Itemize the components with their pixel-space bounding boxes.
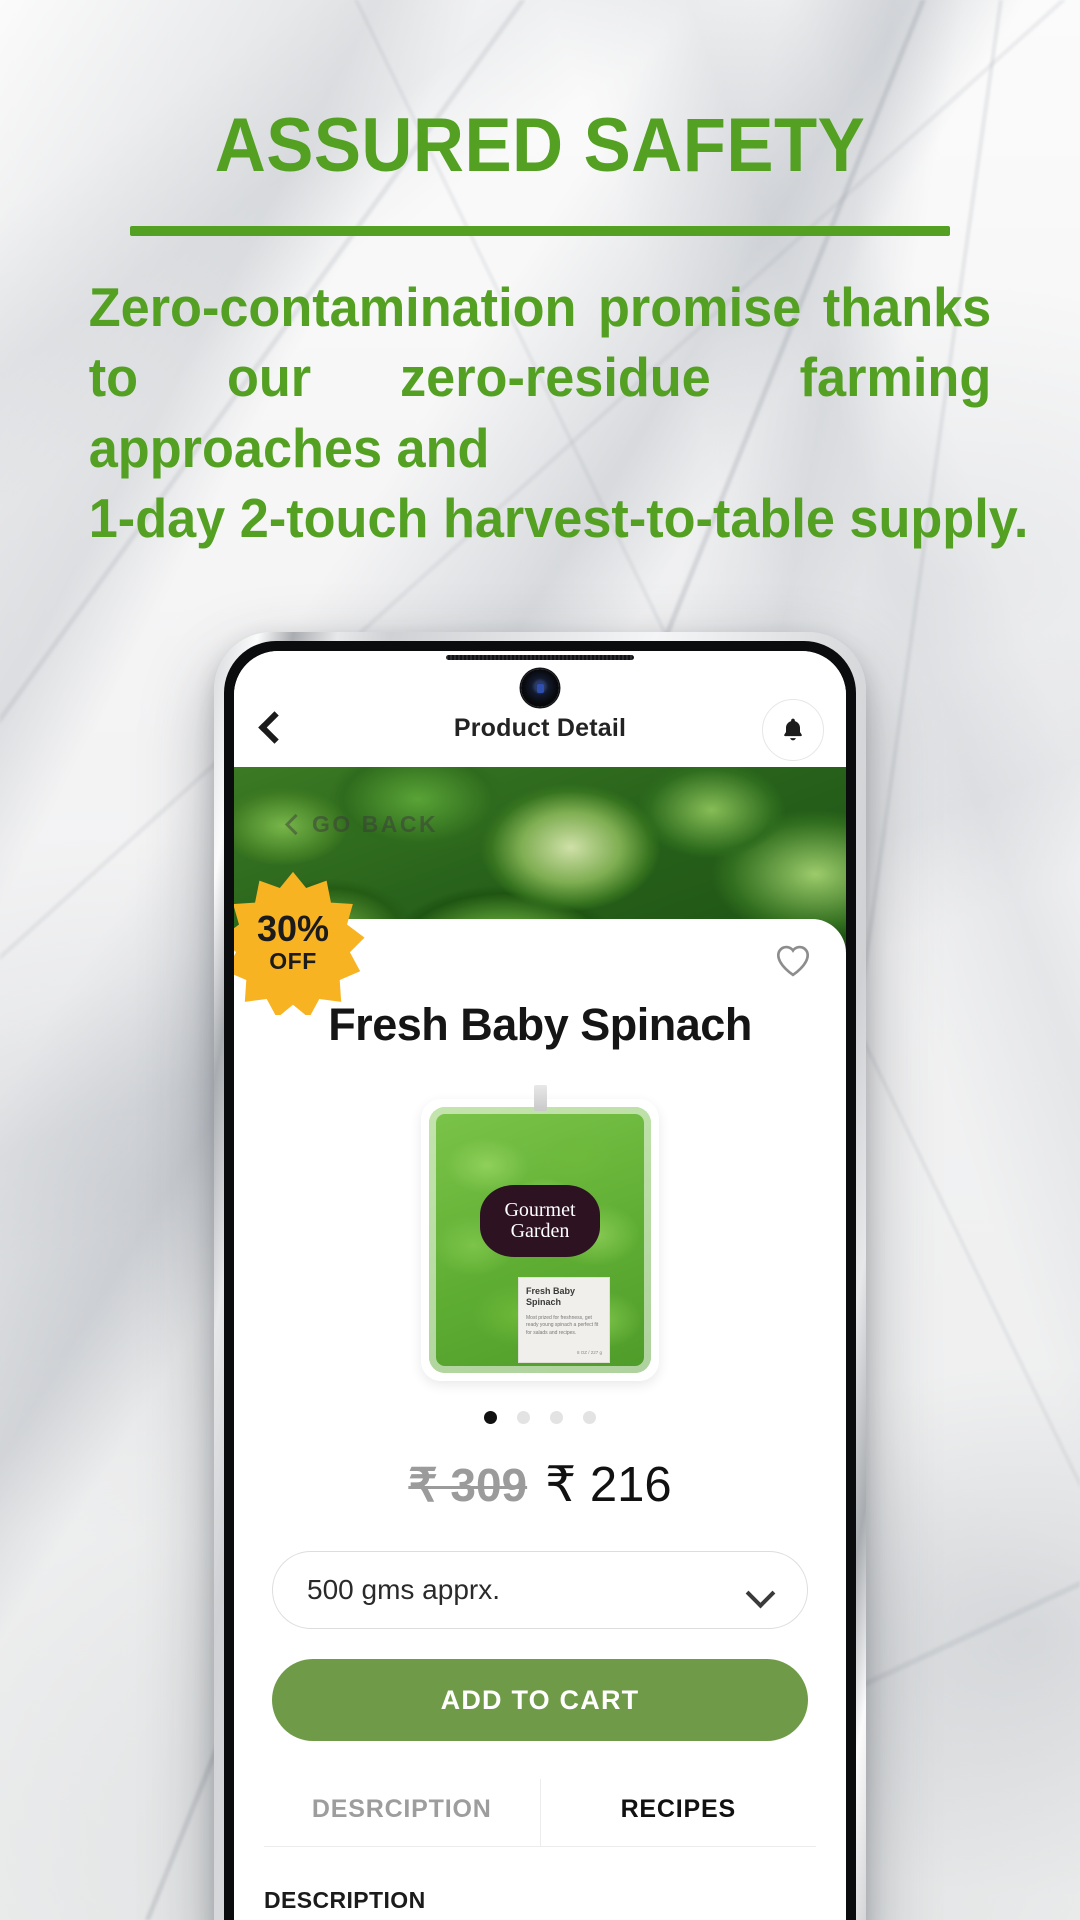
price-row: ₹ 309 ₹ 216: [264, 1456, 816, 1513]
starburst-shape-icon: [234, 871, 365, 1015]
tab-description[interactable]: DESRCIPTION: [264, 1779, 541, 1846]
brand-line-2: Garden: [510, 1220, 570, 1242]
promo-title: ASSURED SAFETY: [214, 103, 866, 188]
promo-divider: [130, 226, 950, 236]
package-label-weight: 8 OZ / 227 g: [576, 1349, 602, 1355]
price-current: ₹ 216: [545, 1458, 672, 1512]
heart-outline-icon: [776, 945, 810, 977]
promo-body-main: Zero-contamination promise thanks to our…: [88, 276, 992, 479]
chevron-left-small-icon: [284, 813, 307, 836]
size-select[interactable]: 500 gms apprx.: [272, 1551, 808, 1629]
carousel-dot[interactable]: [583, 1411, 596, 1424]
favorite-button[interactable]: [772, 939, 814, 981]
product-package: Gourmet Garden Fresh Baby Spinach Most p…: [421, 1085, 659, 1381]
go-back-overlay[interactable]: GO BACK: [284, 811, 439, 838]
bell-icon: [784, 718, 802, 741]
app-header: Product Detail: [234, 651, 846, 767]
notifications-button[interactable]: [762, 699, 824, 761]
price-original: ₹ 309: [408, 1459, 528, 1511]
product-image[interactable]: Gourmet Garden Fresh Baby Spinach Most p…: [405, 1085, 675, 1385]
earpiece-speaker: [446, 655, 634, 660]
discount-badge: 30% OFF: [234, 869, 366, 1015]
promo-body: Zero-contamination promise thanks to our…: [88, 272, 1029, 554]
carousel-dot[interactable]: [484, 1411, 497, 1424]
screenshot-root: ASSURED SAFETY Zero-contamination promis…: [0, 0, 1080, 1920]
chevron-down-icon: [745, 1578, 776, 1609]
add-to-cart-button[interactable]: ADD TO CART: [272, 1659, 808, 1741]
size-select-value: 500 gms apprx.: [307, 1574, 500, 1605]
package-label: Fresh Baby Spinach Most prized for fresh…: [518, 1277, 610, 1363]
carousel-dot[interactable]: [517, 1411, 530, 1424]
product-detail-card: 30% OFF Fresh Baby Spinach Gourmet Garde…: [234, 871, 846, 1920]
brand-line-1: Gourmet: [504, 1199, 576, 1221]
carousel-dots: [264, 1411, 816, 1424]
package-label-body: Most prized for freshness, get ready you…: [526, 1314, 599, 1336]
promo-body-last-line: 1-day 2-touch harvest-to-table supply.: [88, 487, 1029, 550]
description-heading: DESCRIPTION: [264, 1887, 426, 1913]
front-camera-icon: [521, 669, 559, 707]
promo-block: ASSURED SAFETY Zero-contamination promis…: [0, 0, 1080, 554]
carousel-dot[interactable]: [550, 1411, 563, 1424]
package-label-title: Fresh Baby Spinach: [526, 1286, 576, 1307]
tab-recipes[interactable]: RECIPES: [541, 1779, 817, 1846]
phone-mockup: Product Detail GO BACK 30% OFF Fresh Bab…: [214, 632, 866, 1920]
brand-logo: Gourmet Garden: [480, 1185, 600, 1257]
package-stem: [534, 1085, 547, 1111]
phone-screen: Product Detail GO BACK 30% OFF Fresh Bab…: [234, 651, 846, 1920]
page-title: Product Detail: [453, 714, 627, 742]
detail-tabs: DESRCIPTION RECIPES: [264, 1779, 816, 1847]
go-back-label: GO BACK: [312, 811, 439, 837]
